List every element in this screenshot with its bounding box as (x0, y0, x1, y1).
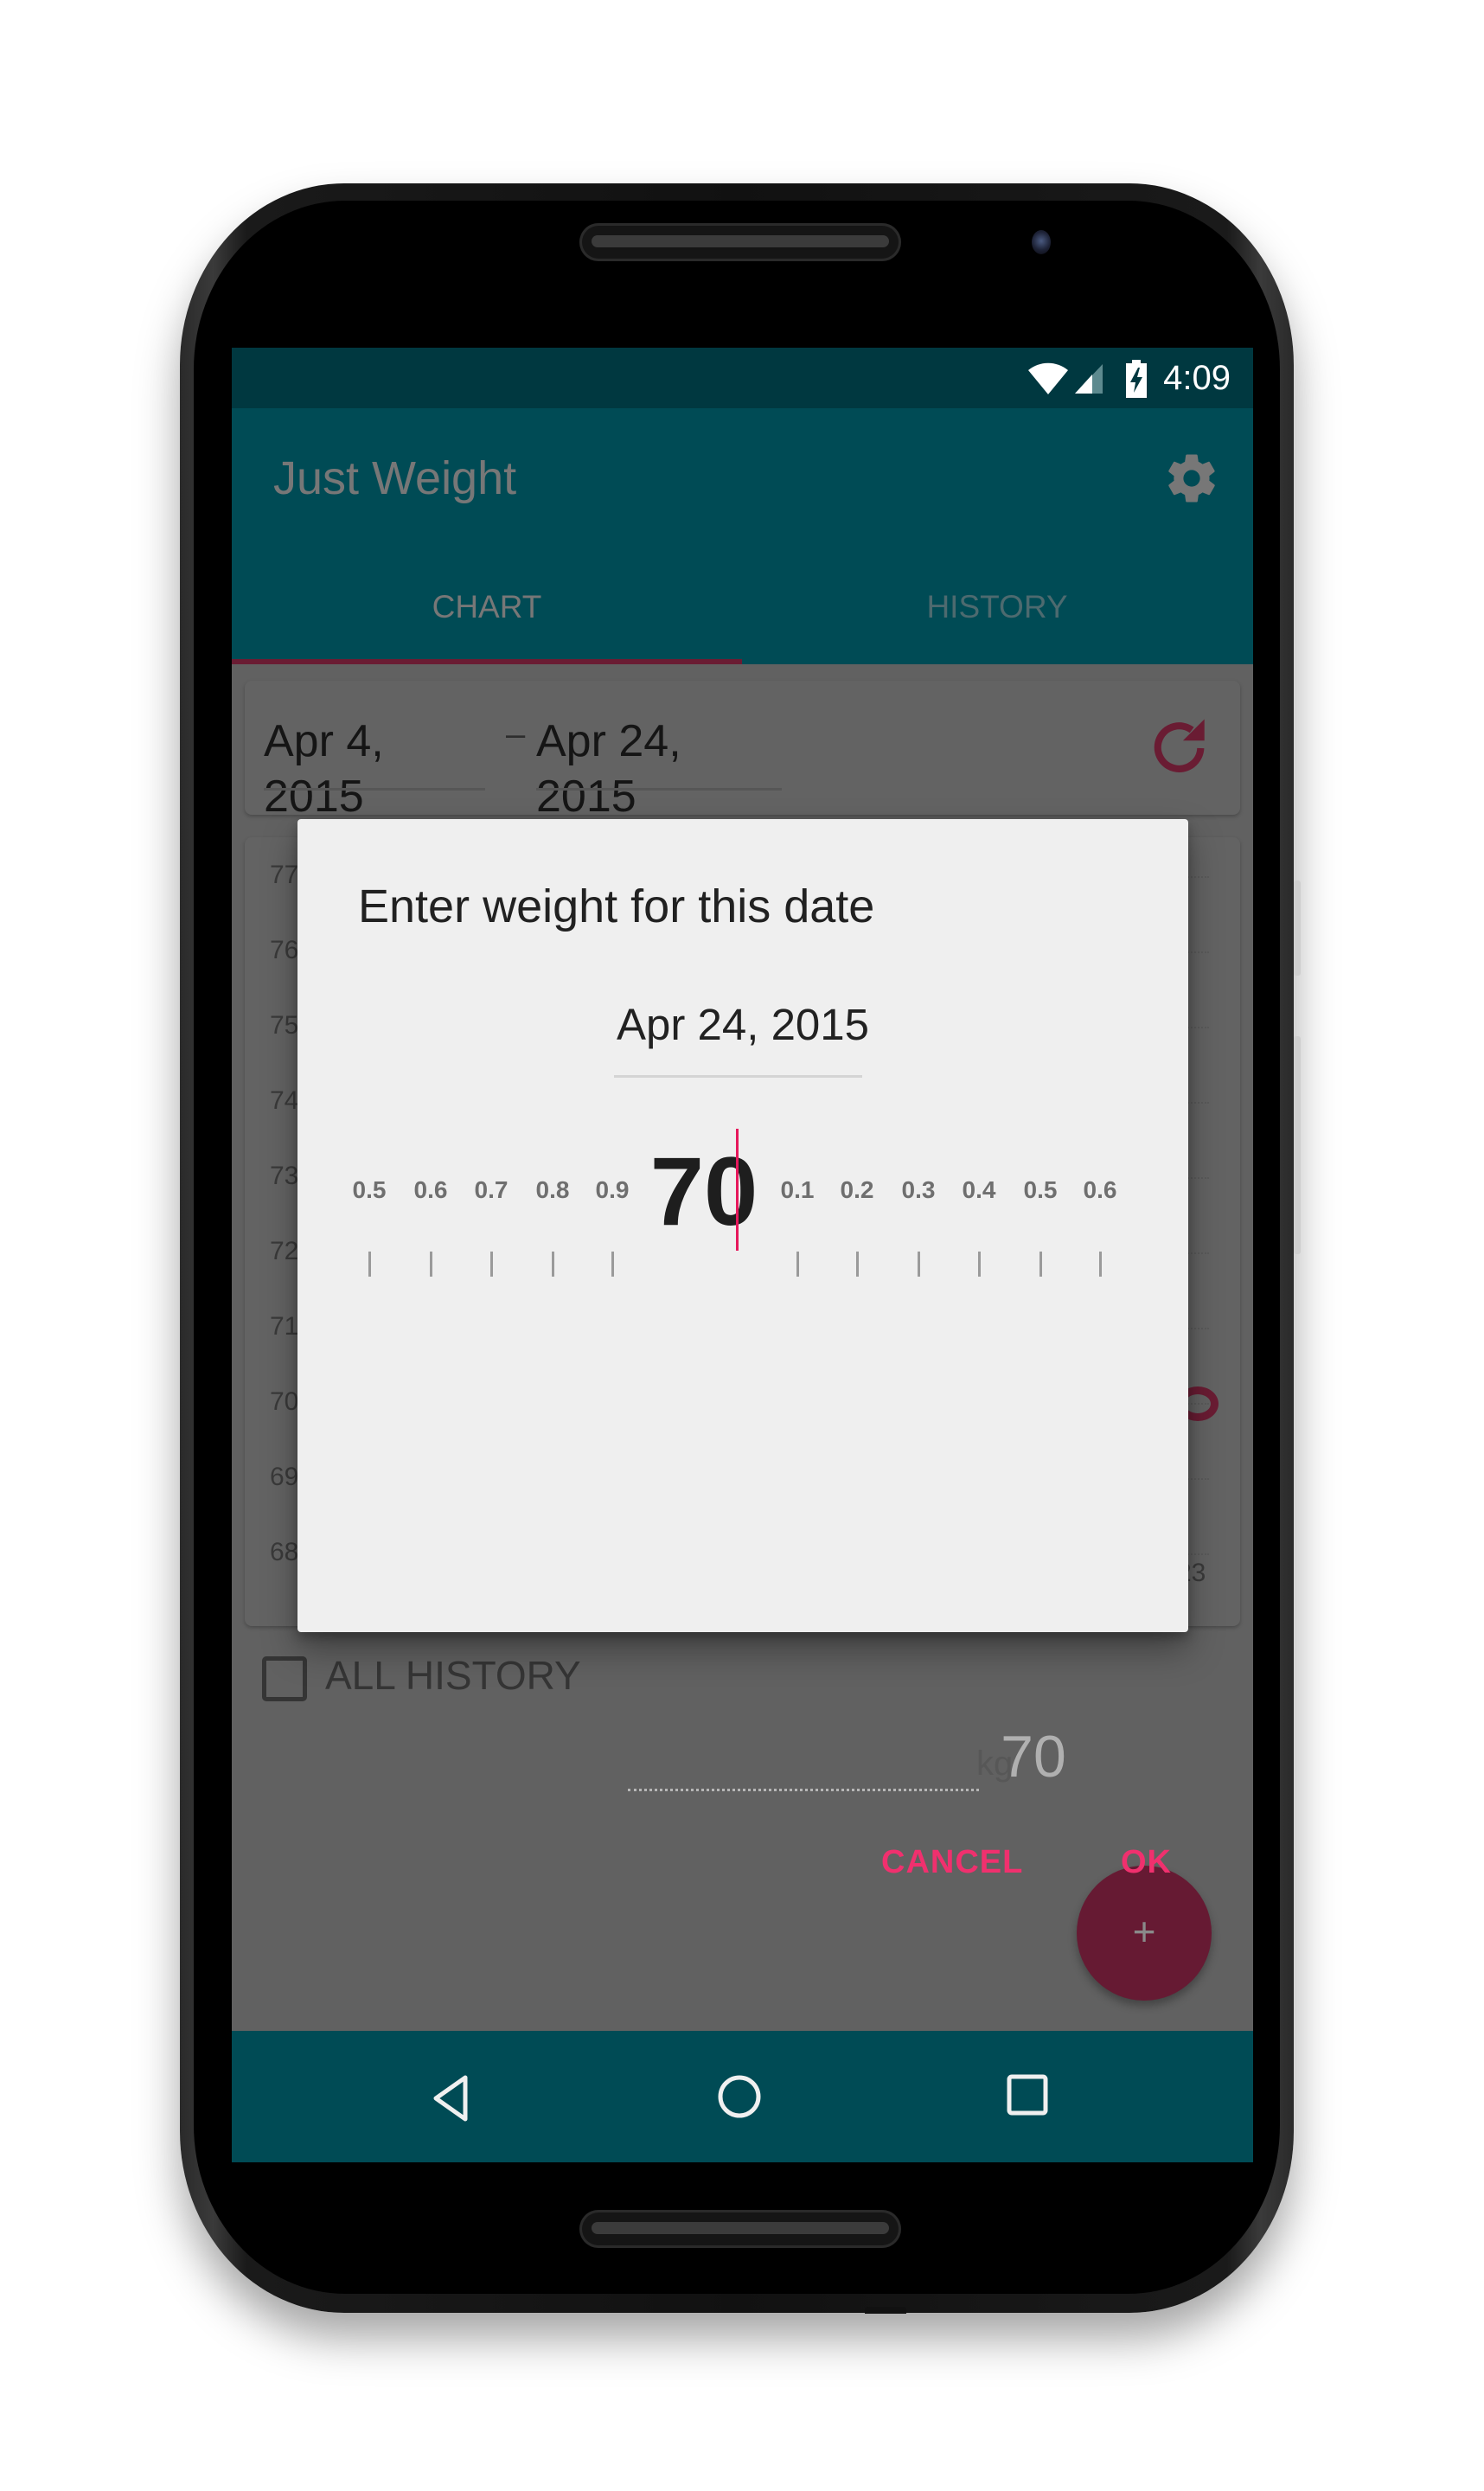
ruler-label: 0.9 (595, 1176, 630, 1203)
ruler-tick (796, 1252, 799, 1277)
tab-history[interactable]: HISTORY (742, 573, 1252, 659)
nav-bar (232, 2031, 1253, 2162)
ruler-tick (611, 1252, 614, 1277)
refresh-icon[interactable] (1150, 715, 1211, 781)
ruler-tick (490, 1252, 493, 1277)
weight-unit: kg (976, 1745, 1014, 1783)
all-history-checkbox[interactable] (262, 1656, 307, 1701)
date-to-field[interactable]: Apr 24, 2015 (536, 714, 781, 824)
back-icon[interactable] (431, 2074, 470, 2123)
ruler-tick (1099, 1252, 1102, 1277)
ruler-tick (978, 1252, 981, 1277)
ruler-tick (368, 1252, 371, 1277)
front-camera (1032, 230, 1051, 254)
add-weight-fab[interactable]: + (1077, 1866, 1212, 2001)
plus-icon: + (1132, 1909, 1156, 1954)
app-bar: Just Weight CHART HISTORY (232, 408, 1253, 664)
battery-charging-icon (1126, 360, 1147, 398)
power-button[interactable] (1294, 880, 1301, 976)
weight-input[interactable]: 70 (297, 1723, 1253, 1790)
ruler-tick (856, 1252, 859, 1277)
ruler-label: 0.8 (535, 1176, 570, 1203)
weight-entry-dialog: Enter weight for this date Apr 24, 2015 … (297, 819, 1188, 1880)
date-separator: – (506, 715, 526, 753)
status-time: 4:09 (1163, 359, 1231, 397)
ruler-tick (430, 1252, 432, 1277)
cancel-button[interactable]: CANCEL (881, 1844, 1023, 1881)
ruler-tick (552, 1252, 554, 1277)
date-to-underline (536, 788, 782, 791)
ruler-label: 0.3 (901, 1176, 936, 1203)
ruler-label: 0.7 (474, 1176, 509, 1203)
gear-icon[interactable] (1163, 450, 1220, 507)
ruler-tick (918, 1252, 920, 1277)
ruler-label: 0.2 (840, 1176, 874, 1203)
ruler-tick (1039, 1252, 1042, 1277)
home-icon[interactable] (716, 2073, 763, 2120)
dialog-title: Enter weight for this date (358, 880, 875, 932)
tab-indicator (232, 659, 742, 664)
date-from-underline (264, 788, 485, 791)
top-speaker (579, 223, 901, 261)
bottom-speaker (579, 2210, 901, 2248)
ruler-label: 0.5 (352, 1176, 387, 1203)
volume-button[interactable] (1294, 1036, 1301, 1254)
usb-port (865, 2307, 906, 2314)
dialog-date-field[interactable]: Apr 24, 2015 (297, 999, 1188, 1050)
status-bar: 4:09 (232, 348, 1253, 408)
ruler-label: 0.6 (1083, 1176, 1117, 1203)
date-from-field[interactable]: Apr 4, 2015 (264, 714, 484, 824)
recents-icon[interactable] (1006, 2073, 1049, 2116)
ok-button[interactable]: OK (1121, 1844, 1172, 1881)
ruler-label: 0.1 (780, 1176, 815, 1203)
ruler-label: 0.4 (962, 1176, 996, 1203)
all-history-label[interactable]: ALL HISTORY (325, 1649, 581, 1701)
date-range-card: Apr 4, 2015 – Apr 24, 2015 (245, 681, 1240, 822)
ruler-label: 0.6 (413, 1176, 448, 1203)
ruler-label: 0.5 (1023, 1176, 1058, 1203)
wifi-icon (1028, 362, 1068, 394)
app-title: Just Weight (273, 452, 517, 504)
tab-chart[interactable]: CHART (232, 573, 742, 659)
cell-signal-icon (1075, 364, 1103, 394)
